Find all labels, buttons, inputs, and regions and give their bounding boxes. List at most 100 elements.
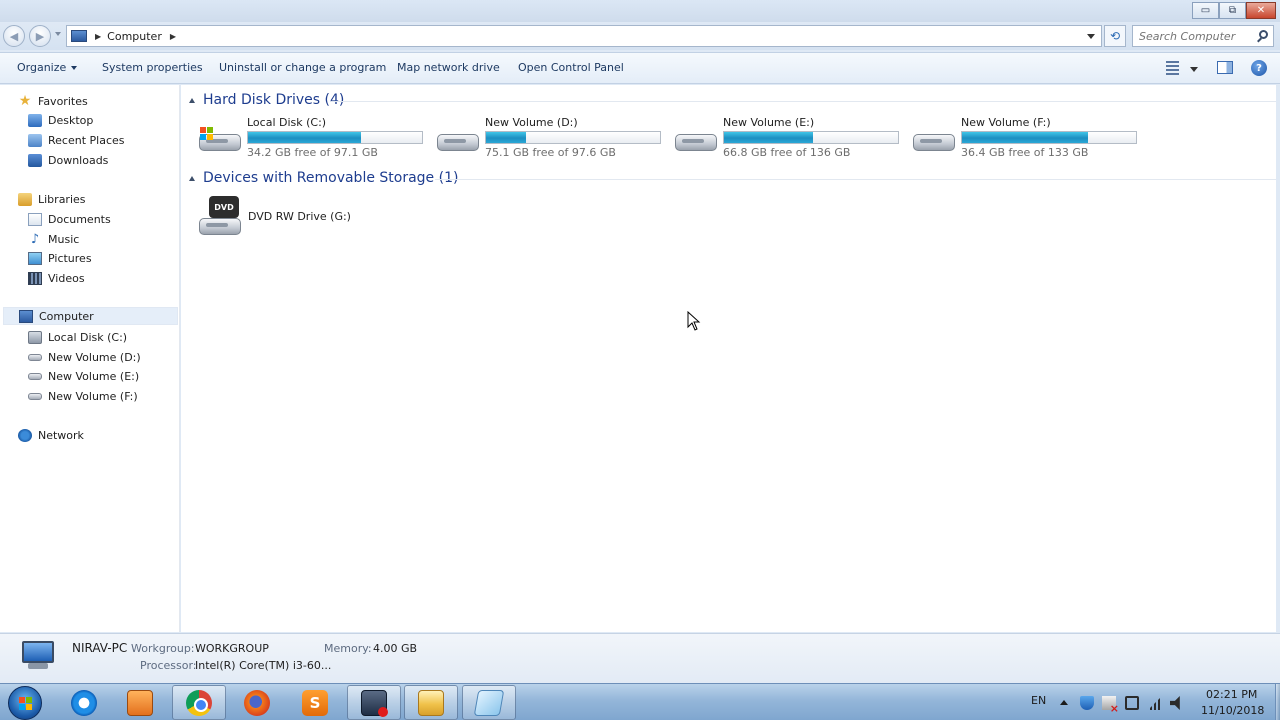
power-plug-icon[interactable] [1125, 696, 1139, 710]
uninstall-program-button[interactable]: Uninstall or change a program [219, 61, 386, 74]
group-label: Devices with Removable Storage (1) [203, 170, 459, 186]
breadcrumb-arrow-icon[interactable]: ▶ [170, 32, 176, 41]
windows-drive-icon [28, 330, 42, 344]
drive-tile-d[interactable]: New Volume (D:) 75.1 GB free of 97.6 GB [435, 116, 667, 160]
open-control-panel-button[interactable]: Open Control Panel [518, 61, 624, 74]
nav-item-recent-places[interactable]: Recent Places [28, 131, 125, 149]
libraries-icon [18, 192, 32, 206]
show-hidden-icons-icon[interactable] [1060, 700, 1068, 705]
show-desktop-button[interactable] [1275, 684, 1280, 720]
drive-tile-c[interactable]: Local Disk (C:) 34.2 GB free of 97.1 GB [197, 116, 429, 160]
nav-item-volume-e[interactable]: New Volume (E:) [28, 367, 139, 385]
group-header-hard-disks[interactable]: Hard Disk Drives (4) [189, 92, 344, 108]
drive-free-space: 34.2 GB free of 97.1 GB [247, 146, 378, 159]
address-history-dropdown[interactable] [1087, 34, 1095, 39]
drive-name: New Volume (D:) [485, 116, 578, 129]
drive-name: Local Disk (C:) [247, 116, 327, 129]
nav-computer[interactable]: Computer [3, 307, 178, 325]
address-bar[interactable]: ▶ Computer ▶ [66, 25, 1102, 47]
nav-item-pictures[interactable]: Pictures [28, 249, 92, 267]
minimize-button[interactable]: ▭ [1192, 2, 1219, 19]
taskbar-firefox[interactable] [230, 685, 284, 720]
firefox-icon [244, 689, 270, 716]
nav-label: Libraries [38, 192, 86, 206]
address-row: ◀ ▶ ▶ Computer ▶ ⟲ [0, 22, 1280, 50]
nav-favorites[interactable]: ★ Favorites [18, 92, 88, 110]
search-icon[interactable] [1259, 30, 1268, 39]
nav-label: Pictures [48, 251, 92, 265]
security-shield-icon[interactable] [1080, 696, 1094, 710]
hard-drive-icon [28, 353, 42, 361]
start-button[interactable] [8, 686, 42, 720]
search-input[interactable] [1139, 29, 1257, 43]
workgroup-value: WORKGROUP [195, 642, 269, 655]
recent-pages-dropdown[interactable] [55, 32, 61, 36]
preview-pane-icon[interactable] [1217, 61, 1233, 74]
memory-label: Memory: [324, 642, 372, 655]
nav-item-local-disk-c[interactable]: Local Disk (C:) [28, 328, 127, 346]
network-signal-icon[interactable] [1148, 696, 1162, 710]
drive-usage-fill [248, 132, 361, 143]
drive-usage-bar [485, 131, 661, 144]
nav-item-videos[interactable]: Videos [28, 269, 85, 287]
map-network-drive-button[interactable]: Map network drive [397, 61, 500, 74]
drive-free-space: 36.4 GB free of 133 GB [961, 146, 1089, 159]
taskbar-sublime-text[interactable] [288, 685, 342, 720]
maximize-button[interactable]: ⧉ [1219, 2, 1246, 19]
taskbar-windows-explorer[interactable] [404, 685, 458, 720]
nav-item-volume-d[interactable]: New Volume (D:) [28, 348, 141, 366]
group-header-removable[interactable]: Devices with Removable Storage (1) [189, 170, 458, 186]
group-label: Hard Disk Drives (4) [203, 92, 345, 108]
computer-icon [18, 641, 58, 671]
taskbar-chrome[interactable] [172, 685, 226, 720]
system-properties-button[interactable]: System properties [102, 61, 203, 74]
collapse-icon[interactable] [189, 175, 195, 181]
breadcrumb-arrow-icon[interactable]: ▶ [95, 32, 101, 41]
downloads-icon [28, 153, 42, 167]
hard-drive-icon [28, 392, 42, 400]
navigation-pane: ★ Favorites Desktop Recent Places Downlo… [0, 85, 180, 632]
drive-tile-dvd-g[interactable]: DVD DVD RW Drive (G:) [197, 196, 437, 240]
memory-value: 4.00 GB [373, 642, 418, 655]
volume-speaker-icon[interactable] [1170, 696, 1180, 710]
drive-tile-e[interactable]: New Volume (E:) 66.8 GB free of 136 GB [673, 116, 905, 160]
clock-date[interactable]: 11/10/2018 [1201, 704, 1264, 717]
drive-usage-bar [961, 131, 1137, 144]
nav-network[interactable]: Network [18, 426, 84, 444]
hard-drive-icon [435, 126, 479, 156]
back-button[interactable]: ◀ [3, 25, 25, 47]
processor-label: Processor: [140, 659, 197, 672]
taskbar-media-player[interactable] [113, 685, 167, 720]
language-indicator[interactable]: EN [1031, 694, 1046, 707]
search-box[interactable] [1132, 25, 1274, 47]
change-view-icon[interactable] [1166, 61, 1179, 75]
close-button[interactable]: ✕ [1246, 2, 1276, 19]
nav-item-desktop[interactable]: Desktop [28, 111, 93, 129]
nav-item-music[interactable]: ♪ Music [28, 230, 79, 248]
view-options-dropdown[interactable] [1190, 67, 1198, 72]
nav-item-volume-f[interactable]: New Volume (F:) [28, 387, 138, 405]
drive-tile-f[interactable]: New Volume (F:) 36.4 GB free of 133 GB [911, 116, 1143, 160]
nav-label: New Volume (F:) [48, 389, 138, 403]
forward-button[interactable]: ▶ [29, 25, 51, 47]
drive-usage-bar [247, 131, 423, 144]
help-icon[interactable]: ? [1251, 60, 1267, 76]
group-divider [331, 101, 1276, 102]
nav-item-downloads[interactable]: Downloads [28, 151, 108, 169]
taskbar-internet-explorer[interactable] [57, 685, 111, 720]
organize-button[interactable]: Organize [17, 61, 78, 74]
collapse-icon[interactable] [189, 97, 195, 103]
breadcrumb-computer[interactable]: Computer [107, 30, 162, 43]
nav-libraries[interactable]: Libraries [18, 190, 86, 208]
file-list[interactable]: Hard Disk Drives (4) Local Disk (C:) 34.… [181, 85, 1276, 632]
internet-explorer-icon [71, 689, 97, 716]
taskbar-screen-recorder[interactable] [347, 685, 401, 720]
nav-item-documents[interactable]: Documents [28, 210, 111, 228]
nav-label: Videos [48, 271, 85, 285]
clock-time[interactable]: 02:21 PM [1206, 688, 1257, 701]
taskbar-notepad[interactable] [462, 685, 516, 720]
refresh-button[interactable]: ⟲ [1104, 25, 1126, 47]
action-center-flag-icon[interactable] [1102, 696, 1119, 715]
window-controls: ▭ ⧉ ✕ [1192, 2, 1276, 19]
details-pane: NIRAV-PC Workgroup: WORKGROUP Memory: 4.… [0, 633, 1280, 683]
